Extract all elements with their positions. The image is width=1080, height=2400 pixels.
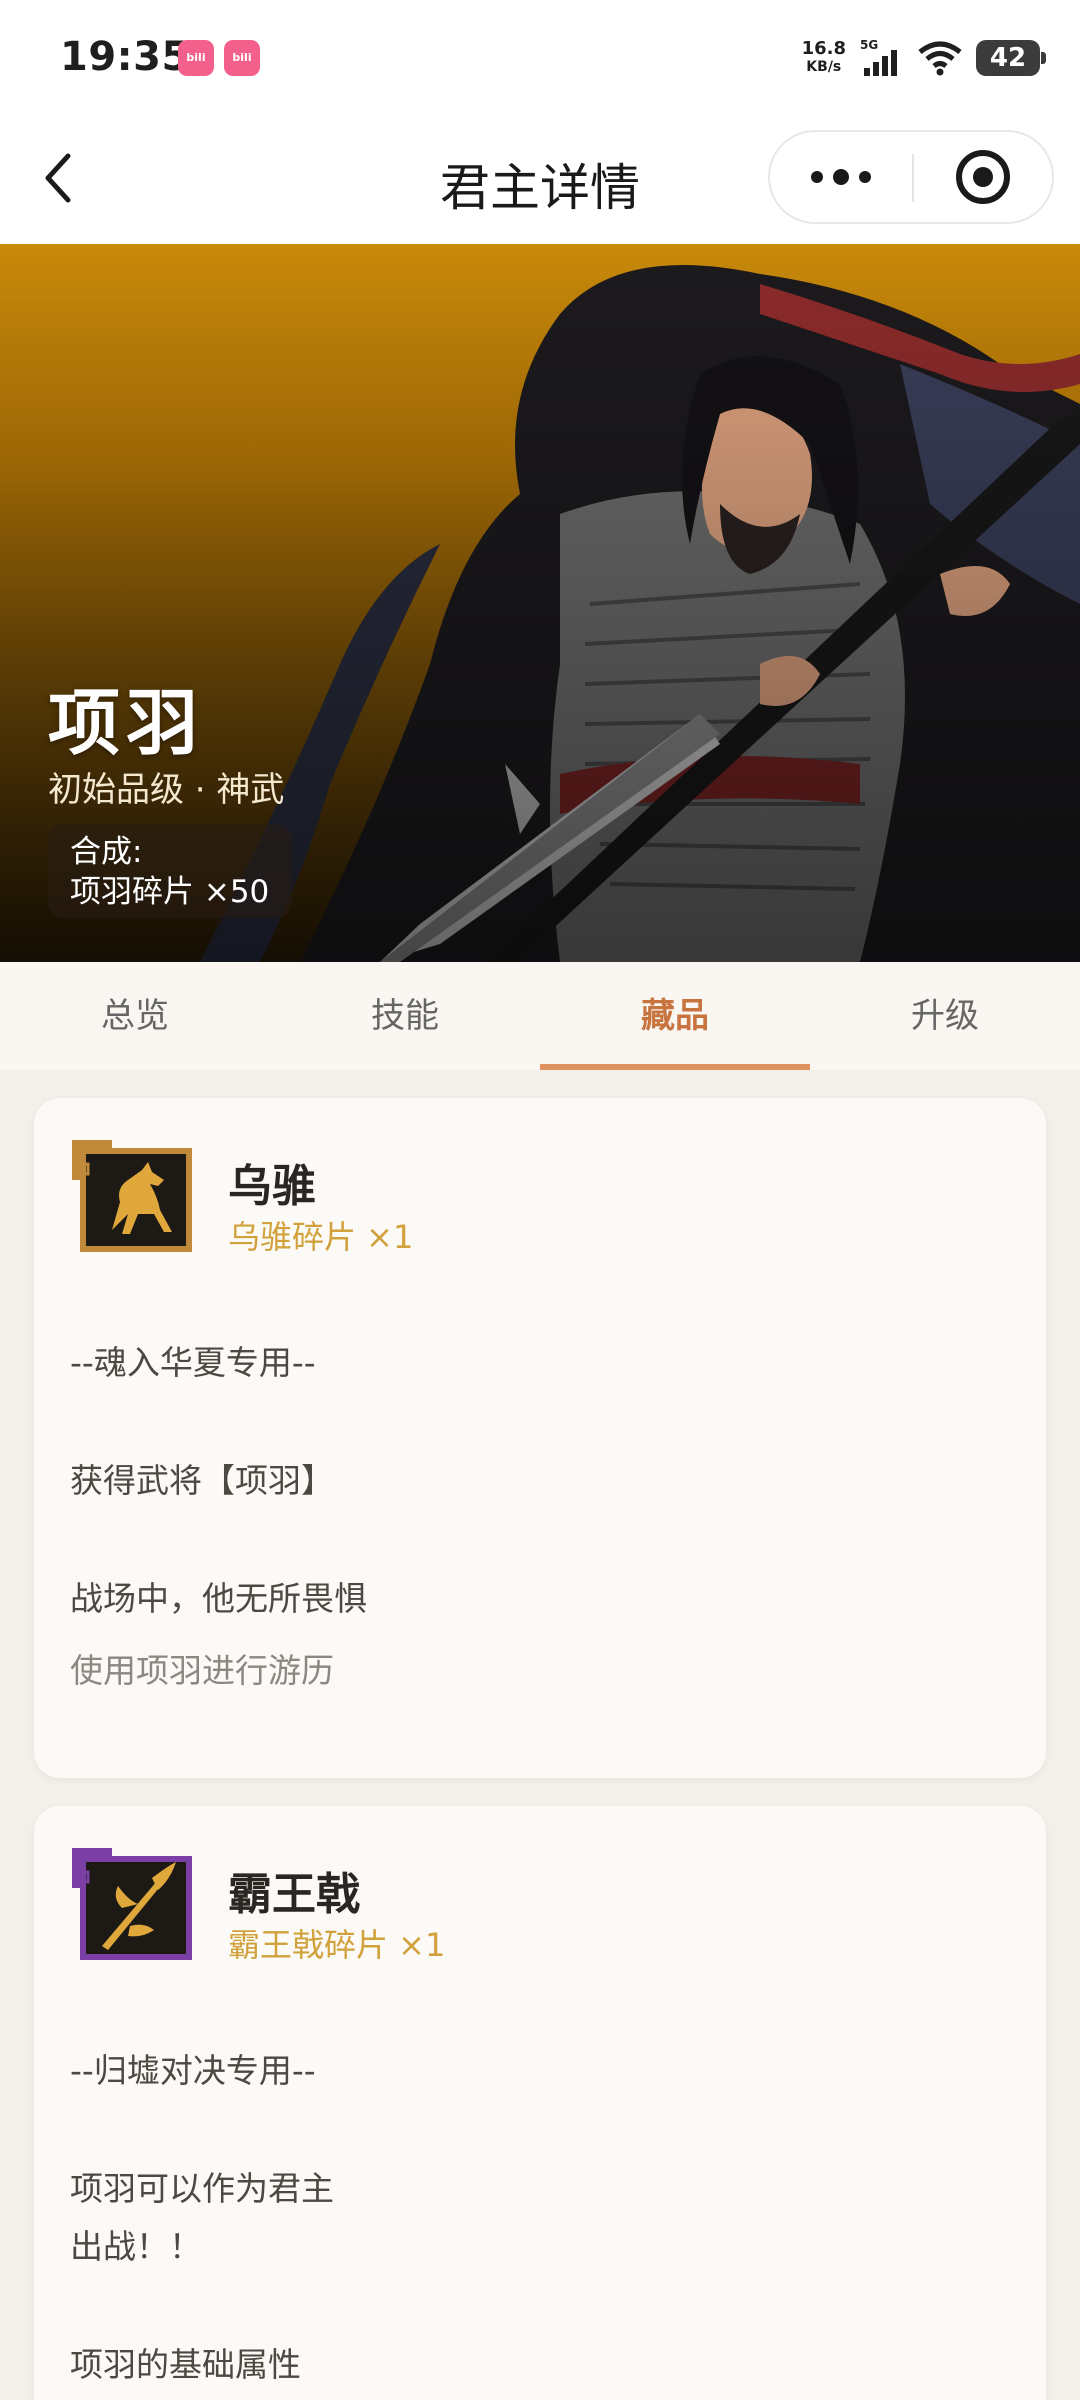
page: 19:35 bili bili 16.8 KB/s 5G 42 君主详情 项羽 … [0,0,1080,2400]
more-dot-icon [833,169,849,185]
description-line: --归墟对决专用-- [70,2051,316,2090]
wifi-icon [918,41,962,76]
hero-grade: 初始品级 · 神武 [48,770,285,810]
battery-icon: 42 [976,40,1046,76]
tab-upgrade[interactable]: 升级 [810,962,1080,1070]
collection-card: 乌骓 乌骓碎片 ×1 --魂入华夏专用-- 获得武将【项羽】 战场中，他无所畏惧… [34,1098,1046,1778]
collection-card: 霸王戟 霸王戟碎片 ×1 --归墟对决专用-- 项羽可以作为君主 出战！！ 项羽… [34,1806,1046,2400]
synthesis-value: 项羽碎片 ×50 [70,874,270,910]
item-fragment: 霸王戟碎片 ×1 [228,1926,446,1964]
item-title: 霸王戟 [228,1869,360,1920]
more-button[interactable] [770,132,912,222]
item-description: --魂入华夏专用-- 获得武将【项羽】 战场中，他无所畏惧 使用项羽进行游历 [70,1334,1010,1700]
more-dot-icon [811,171,823,183]
bilibili-icon: bili [178,40,214,76]
tab-skills[interactable]: 技能 [270,962,540,1070]
item-description: --归墟对决专用-- 项羽可以作为君主 出战！！ 项羽的基础属性 [70,2042,1010,2394]
item-footer: 使用项羽进行游历 [70,1651,334,1690]
item-title: 乌骓 [228,1161,316,1212]
description-line: --魂入华夏专用-- [70,1343,316,1382]
status-bar: 19:35 bili bili 16.8 KB/s 5G 42 [0,0,1080,118]
description-line: 项羽的基础属性 [70,2345,301,2384]
close-miniprogram-icon[interactable] [956,150,1010,204]
description-line: 出战！！ [70,2227,202,2266]
halberd-icon [72,1848,192,1960]
item-fragment: 乌骓碎片 ×1 [228,1218,414,1256]
tab-bar: 总览 技能 藏品 升级 [0,962,1080,1070]
hero-banner: 项羽 初始品级 · 神武 合成: 项羽碎片 ×50 [0,244,1080,962]
nav-bar: 君主详情 [0,118,1080,244]
synthesis-label: 合成: [70,834,143,870]
svg-text:5G: 5G [860,38,878,52]
more-dot-icon [859,171,871,183]
mini-program-capsule [768,130,1054,224]
description-line: 项羽可以作为君主 [70,2169,334,2208]
tab-collection[interactable]: 藏品 [540,962,810,1070]
signal-icon: 5G [860,38,897,76]
status-indicators: 16.8 KB/s 5G 42 [801,36,1046,80]
capsule-divider [912,154,914,202]
net-speed: 16.8 KB/s [801,38,846,76]
horse-icon [72,1140,192,1252]
bilibili-icon: bili [224,40,260,76]
description-line: 战场中，他无所畏惧 [70,1579,367,1618]
tab-overview[interactable]: 总览 [0,962,270,1070]
status-time: 19:35 [60,34,190,80]
description-line: 获得武将【项羽】 [70,1461,334,1500]
synthesis-badge: 合成: 项羽碎片 ×50 [48,824,292,918]
hero-name: 项羽 [48,681,205,765]
